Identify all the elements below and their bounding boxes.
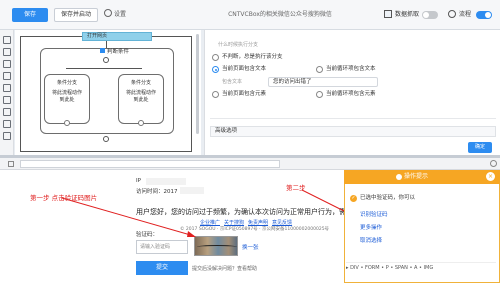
help-text[interactable]: 提交后没解决问题？查看帮助 — [192, 265, 257, 272]
save-and-start-button[interactable]: 保存并启动 — [54, 8, 98, 22]
list-icon[interactable] — [3, 84, 11, 92]
connector-line — [106, 41, 107, 48]
radio-page-has-text-label: 当前页面包含文本 — [222, 66, 267, 72]
page-icon[interactable] — [3, 60, 11, 68]
panel-divider — [210, 118, 496, 119]
condition-branch-1[interactable]: 条件分支 将此流程动作到此处 — [44, 74, 90, 126]
branch-title: 条件分支 — [130, 80, 151, 86]
breadcrumb-path: DIV • FORM • P • SPAN • A • IMG — [350, 265, 434, 271]
submit-button[interactable]: 提交 — [136, 261, 188, 275]
selected-status: ✓ 已选中验证码，你可以 — [350, 194, 415, 202]
tool-rail — [0, 30, 14, 155]
toggle-knob — [423, 12, 429, 18]
flow-icon — [448, 10, 456, 18]
branch-h-line — [66, 68, 142, 69]
toggle-knob — [485, 12, 491, 18]
close-icon[interactable]: × — [486, 172, 495, 181]
settings-label: 设置 — [114, 11, 127, 18]
radio-unconditional[interactable] — [212, 54, 219, 61]
element-path-breadcrumb: ▸ DIV • FORM • P • SPAN • A • IMG — [346, 262, 496, 272]
more-actions-link[interactable]: 更多操作 — [360, 224, 382, 232]
settings-button[interactable]: 设置 — [104, 9, 126, 21]
url-input[interactable] — [20, 160, 280, 168]
data-capture-icon — [384, 10, 392, 18]
go-icon[interactable] — [490, 160, 497, 167]
recognize-captcha-action[interactable]: 识别验证码 — [360, 211, 388, 219]
end-icon[interactable] — [3, 132, 11, 140]
task-title: CNTVCBox的相关微信公众号搜狗微信 — [228, 11, 332, 18]
data-capture-label: 数据抓取 — [395, 11, 420, 18]
footer-links: 企业推广 关于搜狗 免责声明 意见反馈 — [200, 219, 296, 226]
data-capture-toggle[interactable] — [422, 11, 438, 19]
branch-title: 条件分支 — [56, 80, 77, 86]
ip-redacted-box — [146, 178, 186, 185]
judge-condition-label: 判断条件 — [100, 48, 129, 56]
text-field-label: 包含文本 — [222, 79, 243, 85]
captcha-input[interactable]: 请输入验证码 — [136, 240, 188, 254]
save-button[interactable]: 保存 — [12, 8, 48, 22]
refresh-captcha-link[interactable]: 换一张 — [242, 243, 259, 251]
link-icon[interactable] — [3, 120, 11, 128]
confirm-button[interactable]: 确定 — [468, 142, 492, 153]
top-connector-dot — [103, 57, 109, 63]
branch-icon[interactable] — [3, 96, 11, 104]
info-icon — [396, 174, 402, 180]
copyright: © 2017 SOGOU · 京ICP证050897号 · 京公网安备11000… — [180, 227, 330, 232]
edit-icon[interactable] — [3, 72, 11, 80]
check-icon: ✓ — [350, 195, 357, 202]
radio-unconditional-label: 不判断，总是执行该分支 — [222, 54, 283, 60]
radio-loop-has-text[interactable] — [316, 66, 323, 73]
radio-page-has-text[interactable] — [212, 66, 219, 73]
dialog-title: 操作提示 — [404, 173, 429, 180]
captcha-image[interactable] — [194, 236, 238, 256]
bottom-connector-dot — [103, 136, 109, 142]
branch-action-placeholder: 将此流程动作到此处 — [51, 90, 82, 103]
branch-end-dot — [64, 120, 70, 126]
flow-toggle[interactable] — [476, 11, 492, 19]
visit-time: 访问时间：2017 — [136, 189, 178, 195]
cancel-selection-link[interactable]: 取消选择 — [360, 237, 382, 245]
section-label: 什么时候执行分支 — [218, 42, 259, 48]
page-icon — [8, 161, 14, 167]
contains-text-input[interactable]: 您的访问出错了 — [268, 77, 378, 87]
time-redacted-box — [180, 187, 204, 194]
radio-loop-has-text-label: 当前循环项包含文本 — [326, 66, 376, 72]
radio-page-has-element-label: 当前页面包含元素 — [222, 91, 267, 97]
captcha-noise — [197, 245, 237, 249]
judge-text: 判断条件 — [107, 49, 130, 55]
open-page-node[interactable]: 打开网页 — [82, 32, 152, 41]
gear-icon — [104, 9, 112, 17]
flow-label: 流程 — [459, 11, 472, 18]
loop-icon[interactable] — [3, 48, 11, 56]
ip-label: IP — [136, 178, 141, 184]
radio-page-has-element[interactable] — [212, 91, 219, 98]
condition-branch-2[interactable]: 条件分支 将此流程动作到此处 — [118, 74, 164, 126]
step-one-arrow — [61, 197, 196, 237]
branch-action-placeholder: 将此流程动作到此处 — [125, 90, 156, 103]
radio-loop-has-element-label: 当前循环项包含元素 — [326, 91, 376, 97]
extract-icon[interactable] — [3, 108, 11, 116]
selected-text: 已选中验证码，你可以 — [360, 195, 416, 201]
canvas-scrollbar[interactable] — [196, 34, 199, 134]
pointer-icon[interactable] — [3, 36, 11, 44]
radio-loop-has-element[interactable] — [316, 91, 323, 98]
judge-icon — [100, 48, 105, 53]
branch-end-dot — [138, 120, 144, 126]
advanced-options-toggle[interactable]: 高级选项 — [210, 126, 496, 137]
